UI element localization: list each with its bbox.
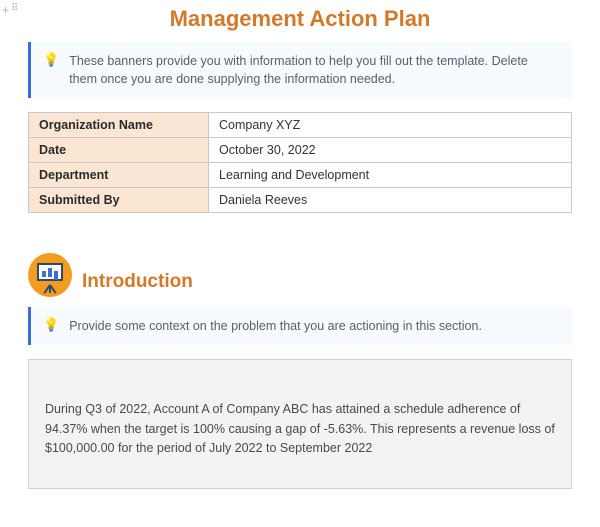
grip-icon[interactable]: ⠿ xyxy=(11,4,17,16)
add-block-icon[interactable]: + xyxy=(2,4,9,16)
info-label[interactable]: Submitted By xyxy=(29,188,209,213)
info-value[interactable]: October 30, 2022 xyxy=(209,138,572,163)
info-value[interactable]: Learning and Development xyxy=(209,163,572,188)
info-table[interactable]: Organization Name Company XYZ Date Octob… xyxy=(28,112,572,213)
lightbulb-icon: 💡 xyxy=(43,317,59,334)
info-banner-top[interactable]: 💡 These banners provide you with informa… xyxy=(28,42,572,98)
table-row: Submitted By Daniela Reeves xyxy=(29,188,572,213)
block-drag-handle[interactable]: + ⠿ xyxy=(2,4,17,16)
section-header-introduction: Introduction xyxy=(28,253,572,297)
table-row: Date October 30, 2022 xyxy=(29,138,572,163)
table-row: Organization Name Company XYZ xyxy=(29,113,572,138)
info-label[interactable]: Department xyxy=(29,163,209,188)
banner-text: These banners provide you with informati… xyxy=(69,52,558,88)
context-text-block[interactable]: During Q3 of 2022, Account A of Company … xyxy=(28,359,572,489)
info-label[interactable]: Organization Name xyxy=(29,113,209,138)
banner-text: Provide some context on the problem that… xyxy=(69,317,482,335)
section-title: Introduction xyxy=(82,257,193,293)
document-page: Management Action Plan 💡 These banners p… xyxy=(0,0,600,489)
page-title: Management Action Plan xyxy=(28,0,572,42)
table-row: Department Learning and Development xyxy=(29,163,572,188)
lightbulb-icon: 💡 xyxy=(43,52,59,69)
info-banner-intro[interactable]: 💡 Provide some context on the problem th… xyxy=(28,307,572,345)
presentation-chart-icon xyxy=(28,253,72,297)
info-value[interactable]: Daniela Reeves xyxy=(209,188,572,213)
info-value[interactable]: Company XYZ xyxy=(209,113,572,138)
info-label[interactable]: Date xyxy=(29,138,209,163)
context-body[interactable]: During Q3 of 2022, Account A of Company … xyxy=(45,400,555,458)
